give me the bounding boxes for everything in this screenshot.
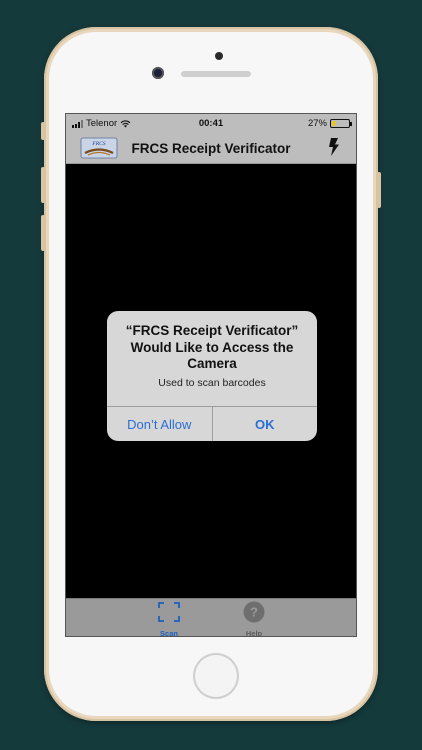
- alert-title: “FRCS Receipt Verificator” Would Like to…: [125, 323, 299, 371]
- mute-switch: [41, 122, 45, 140]
- camera-permission-alert: “FRCS Receipt Verificator” Would Like to…: [107, 311, 317, 441]
- earpiece-speaker: [181, 71, 251, 77]
- volume-up-button: [41, 167, 45, 203]
- alert-button-row: Don’t Allow OK: [107, 406, 317, 441]
- power-button: [377, 172, 381, 208]
- sensor-dot: [215, 52, 223, 60]
- volume-down-button: [41, 215, 45, 251]
- device-screen: Telenor 00:41 27% FRCS FRCS Receipt Veri…: [65, 113, 357, 637]
- ok-button[interactable]: OK: [211, 407, 318, 441]
- alert-message: Used to scan barcodes: [158, 376, 266, 389]
- home-button[interactable]: [193, 653, 239, 699]
- front-camera-icon: [152, 67, 164, 79]
- alert-dim-overlay: “FRCS Receipt Verificator” Would Like to…: [66, 114, 356, 636]
- dont-allow-button[interactable]: Don’t Allow: [107, 407, 212, 441]
